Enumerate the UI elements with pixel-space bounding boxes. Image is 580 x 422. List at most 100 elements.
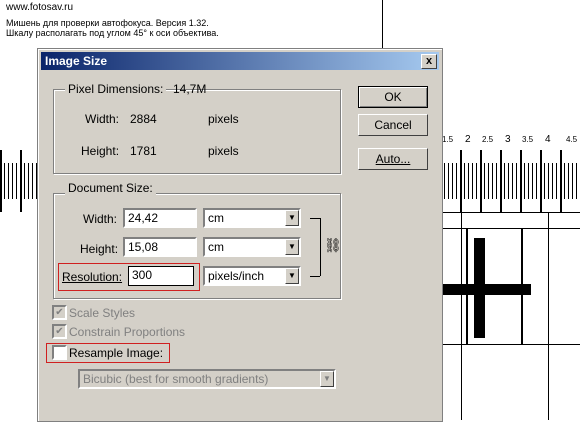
target-thin-line xyxy=(521,228,523,344)
chain-link-icon: ⛓ xyxy=(324,237,342,253)
pixel-dimensions-size: 14,7M xyxy=(173,82,207,96)
ruler-tick xyxy=(480,150,482,212)
resolution-input[interactable]: 300 xyxy=(128,266,194,286)
ruler-tick xyxy=(492,163,493,199)
pixel-height-unit: pixels xyxy=(208,144,239,158)
ruler-tick xyxy=(532,163,533,199)
dialog-title: Image Size xyxy=(45,54,108,68)
close-button[interactable]: x xyxy=(421,54,437,69)
chevron-down-icon[interactable]: ▼ xyxy=(285,210,299,226)
ruler-tick xyxy=(536,163,537,199)
ruler-label: 4 xyxy=(545,134,551,145)
target-caption-line2: Шкалу располагать под углом 45° к оси об… xyxy=(6,28,219,38)
ruler-tick xyxy=(20,150,22,212)
ruler-tick xyxy=(468,163,469,199)
ruler-tick xyxy=(512,163,513,199)
ruler-tick xyxy=(572,163,573,199)
ruler-tick xyxy=(500,150,502,212)
ruler-tick xyxy=(444,163,445,199)
resample-checkbox[interactable] xyxy=(52,345,67,360)
resample-method: Bicubic (best for smooth gradients) xyxy=(83,372,269,386)
constrain-proportions-label: Constrain Proportions xyxy=(69,325,186,339)
ruler-tick xyxy=(4,163,5,199)
document-size-title: Document Size: xyxy=(65,181,156,195)
cancel-button[interactable]: Cancel xyxy=(358,114,428,136)
ruler-tick xyxy=(544,163,545,199)
ruler-tick xyxy=(548,163,549,199)
ruler-tick xyxy=(16,163,17,199)
pixel-height-value: 1781 xyxy=(130,144,157,158)
target-thin-line xyxy=(466,228,468,344)
ruler-tick xyxy=(564,163,565,199)
ruler-tick xyxy=(528,163,529,199)
ruler-tick xyxy=(540,150,542,212)
constrain-bracket xyxy=(320,218,321,276)
chevron-down-icon[interactable]: ▼ xyxy=(320,371,334,387)
scale-styles-label: Scale Styles xyxy=(69,306,136,320)
ruler-tick xyxy=(452,163,453,199)
ruler-tick xyxy=(504,163,505,199)
pixel-width-label: Width: xyxy=(85,112,120,126)
ruler-tick xyxy=(576,163,577,199)
ruler-label: 3.5 xyxy=(522,135,534,144)
ruler-tick xyxy=(556,163,557,199)
resolution-label: Resolution: xyxy=(62,270,123,284)
ruler-tick xyxy=(568,163,569,199)
ruler-tick xyxy=(28,163,29,199)
ruler-label: 4.5 xyxy=(566,135,578,144)
chevron-down-icon[interactable]: ▼ xyxy=(285,268,299,284)
ruler-tick xyxy=(560,150,562,212)
ruler-tick xyxy=(488,163,489,199)
ok-button[interactable]: OK xyxy=(358,86,428,108)
target-vertical-line xyxy=(461,212,462,420)
ruler-tick xyxy=(456,163,457,199)
resolution-unit: pixels/inch xyxy=(208,269,265,283)
ruler-tick xyxy=(12,163,13,199)
ruler-tick xyxy=(24,163,25,199)
ruler-tick xyxy=(460,150,462,212)
ruler-tick xyxy=(508,163,509,199)
auto-button[interactable]: Auto... xyxy=(358,148,428,170)
ruler-tick xyxy=(496,163,497,199)
doc-height-unit: cm xyxy=(208,240,224,254)
ruler-tick xyxy=(464,163,465,199)
constrain-bracket xyxy=(310,276,320,277)
ruler-tick xyxy=(0,150,2,212)
doc-width-unit-select[interactable]: cm ▼ xyxy=(203,208,301,228)
target-horizontal-line xyxy=(441,344,580,345)
doc-height-input[interactable]: 15,08 xyxy=(123,237,197,257)
ruler-tick xyxy=(524,163,525,199)
doc-width-input[interactable]: 24,42 xyxy=(123,208,197,228)
doc-width-unit: cm xyxy=(208,211,224,225)
pixel-height-label: Height: xyxy=(81,144,120,158)
constrain-proportions-checkbox[interactable]: ✔ xyxy=(52,324,67,339)
image-size-dialog: Image Size x Pixel Dimensions: 14,7M Wid… xyxy=(37,48,443,422)
pixel-dimensions-group xyxy=(53,89,341,174)
target-cross-horizontal xyxy=(441,284,531,295)
doc-height-unit-select[interactable]: cm ▼ xyxy=(203,237,301,257)
chevron-down-icon[interactable]: ▼ xyxy=(285,239,299,255)
ruler-tick xyxy=(32,163,33,199)
ruler-tick xyxy=(552,163,553,199)
constrain-bracket xyxy=(310,218,320,219)
scale-styles-checkbox[interactable]: ✔ xyxy=(52,305,67,320)
pixel-dimensions-title: Pixel Dimensions: xyxy=(65,82,167,96)
target-vertical-line xyxy=(548,212,549,420)
ruler-tick xyxy=(448,163,449,199)
target-horizontal-line xyxy=(441,212,580,213)
ruler-label: 1.5 xyxy=(442,135,454,144)
ruler-tick xyxy=(520,150,522,212)
doc-height-label: Height: xyxy=(80,242,119,256)
ruler-tick xyxy=(472,163,473,199)
ruler-label: 2 xyxy=(465,134,471,145)
pixel-width-value: 2884 xyxy=(130,112,157,126)
resolution-unit-select[interactable]: pixels/inch ▼ xyxy=(203,266,301,286)
ruler-tick xyxy=(8,163,9,199)
ruler-tick xyxy=(476,163,477,199)
title-bar[interactable]: Image Size x xyxy=(41,52,439,70)
resample-method-select[interactable]: Bicubic (best for smooth gradients) ▼ xyxy=(78,369,336,389)
ruler-label: 2.5 xyxy=(482,135,494,144)
ruler-tick xyxy=(484,163,485,199)
resample-label: Resample Image: xyxy=(69,346,164,360)
ruler-tick xyxy=(516,163,517,199)
